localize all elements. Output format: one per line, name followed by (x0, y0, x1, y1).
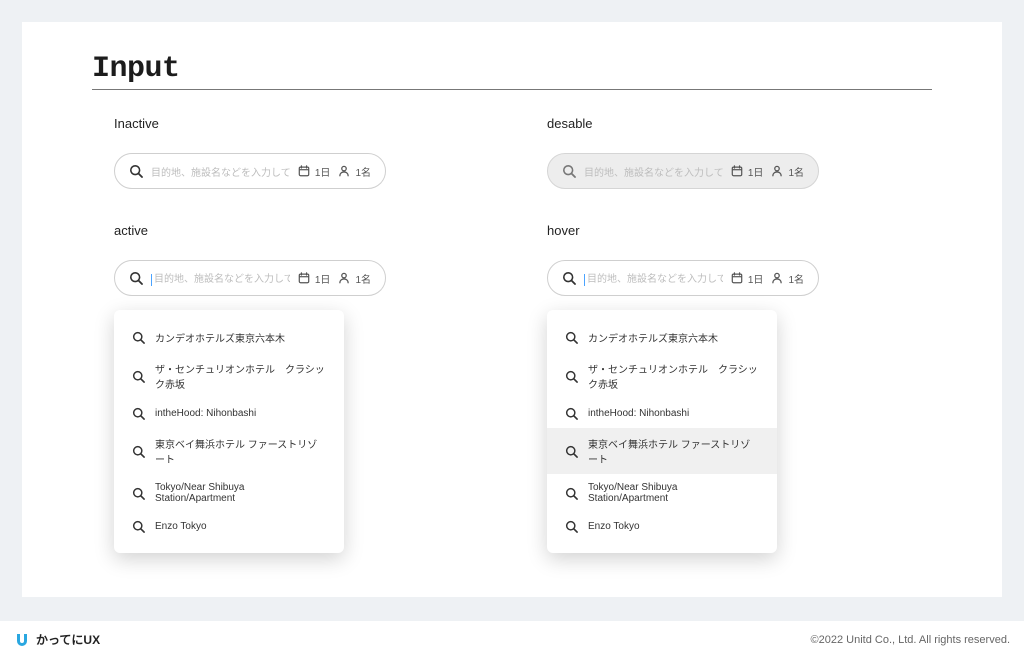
date-chip: 1日 (731, 164, 764, 179)
suggestion-item[interactable]: カンデオホテルズ東京六本木 (547, 322, 777, 353)
suggestions-dropdown: カンデオホテルズ東京六本木ザ・センチュリオンホテル クラシック赤坂 intheHo… (547, 310, 777, 553)
search-icon (562, 164, 576, 178)
state-label: hover (547, 223, 910, 238)
suggestion-text: ザ・センチュリオンホテル クラシック赤坂 (588, 361, 759, 391)
suggestion-item[interactable]: intheHood: Nihonbashi (114, 399, 344, 428)
calendar-icon (298, 165, 310, 177)
states-grid: Inactive 目的地、施設名などを入力してください 1日 1名 des (92, 116, 932, 553)
search-input-disabled: 目的地、施設名などを入力してください 1日 1名 (547, 153, 819, 189)
suggestion-text: Tokyo/Near Shibuya Station/Apartment (588, 482, 759, 504)
date-chip[interactable]: 1日 (298, 271, 331, 286)
search-input-hover[interactable]: 目的地、施設名などを入力してください 1日 1名 (547, 260, 819, 296)
calendar-icon (731, 272, 743, 284)
state-label: Inactive (114, 116, 477, 131)
state-disabled: desable 目的地、施設名などを入力してください 1日 1名 (547, 116, 910, 189)
date-value: 1日 (315, 164, 331, 179)
placeholder-text: 目的地、施設名などを入力してください (584, 164, 723, 179)
search-icon (132, 445, 145, 458)
search-icon (562, 271, 576, 285)
brand-logo-icon (14, 632, 30, 648)
date-value: 1日 (748, 271, 764, 286)
guests-value: 1名 (355, 271, 371, 286)
suggestion-text: Enzo Tokyo (155, 521, 207, 532)
guests-chip[interactable]: 1名 (771, 271, 804, 286)
state-active: active 目的地、施設名などを入力してください 1日 1名 カンデオホテルズ… (114, 223, 477, 553)
state-hover: hover 目的地、施設名などを入力してください 1日 1名 カンデオホテルズ東… (547, 223, 910, 553)
page-title: Input (92, 52, 932, 90)
guests-value: 1名 (788, 271, 804, 286)
search-icon (565, 370, 578, 383)
date-value: 1日 (748, 164, 764, 179)
calendar-icon (731, 165, 743, 177)
guests-value: 1名 (355, 164, 371, 179)
suggestion-item[interactable]: intheHood: Nihonbashi (547, 399, 777, 428)
guests-value: 1名 (788, 164, 804, 179)
search-icon (129, 271, 143, 285)
search-icon (132, 370, 145, 383)
text-cursor (151, 274, 152, 286)
suggestion-text: Tokyo/Near Shibuya Station/Apartment (155, 482, 326, 504)
placeholder-text: 目的地、施設名などを入力してください (151, 164, 290, 179)
guests-chip[interactable]: 1名 (338, 164, 371, 179)
search-icon (132, 520, 145, 533)
suggestion-item[interactable]: Enzo Tokyo (547, 512, 777, 541)
search-input-inactive[interactable]: 目的地、施設名などを入力してください 1日 1名 (114, 153, 386, 189)
search-icon (565, 407, 578, 420)
copyright: ©2022 Unitd Co., Ltd. All rights reserve… (811, 634, 1010, 646)
search-icon (565, 331, 578, 344)
state-label: active (114, 223, 477, 238)
suggestion-item[interactable]: Tokyo/Near Shibuya Station/Apartment (547, 474, 777, 512)
suggestion-text: ザ・センチュリオンホテル クラシック赤坂 (155, 361, 326, 391)
suggestion-text: カンデオホテルズ東京六本木 (155, 330, 285, 345)
placeholder-text: 目的地、施設名などを入力してください (151, 270, 290, 285)
guests-chip: 1名 (771, 164, 804, 179)
suggestion-text: カンデオホテルズ東京六本木 (588, 330, 718, 345)
person-icon (771, 165, 783, 177)
search-icon (132, 331, 145, 344)
person-icon (338, 272, 350, 284)
search-input-active[interactable]: 目的地、施設名などを入力してください 1日 1名 (114, 260, 386, 296)
state-label: desable (547, 116, 910, 131)
date-chip[interactable]: 1日 (731, 271, 764, 286)
person-icon (771, 272, 783, 284)
search-icon (565, 445, 578, 458)
spec-card: Input Inactive 目的地、施設名などを入力してください 1日 1名 (22, 22, 1002, 597)
search-icon (565, 520, 578, 533)
suggestion-item[interactable]: 東京ベイ舞浜ホテル ファーストリゾート (114, 428, 344, 474)
suggestions-dropdown: カンデオホテルズ東京六本木ザ・センチュリオンホテル クラシック赤坂 intheHo… (114, 310, 344, 553)
placeholder-text: 目的地、施設名などを入力してください (584, 270, 723, 285)
suggestion-text: 東京ベイ舞浜ホテル ファーストリゾート (155, 436, 326, 466)
search-icon (129, 164, 143, 178)
suggestion-text: intheHood: Nihonbashi (588, 408, 689, 419)
suggestion-item[interactable]: ザ・センチュリオンホテル クラシック赤坂 (114, 353, 344, 399)
guests-chip[interactable]: 1名 (338, 271, 371, 286)
date-chip[interactable]: 1日 (298, 164, 331, 179)
person-icon (338, 165, 350, 177)
search-icon (132, 487, 145, 500)
search-icon (565, 487, 578, 500)
footer: かってにUX ©2022 Unitd Co., Ltd. All rights … (0, 620, 1024, 658)
suggestion-item[interactable]: カンデオホテルズ東京六本木 (114, 322, 344, 353)
suggestion-item[interactable]: 東京ベイ舞浜ホテル ファーストリゾート (547, 428, 777, 474)
suggestion-text: Enzo Tokyo (588, 521, 640, 532)
suggestion-item[interactable]: Enzo Tokyo (114, 512, 344, 541)
suggestion-text: 東京ベイ舞浜ホテル ファーストリゾート (588, 436, 759, 466)
calendar-icon (298, 272, 310, 284)
suggestion-item[interactable]: ザ・センチュリオンホテル クラシック赤坂 (547, 353, 777, 399)
state-inactive: Inactive 目的地、施設名などを入力してください 1日 1名 (114, 116, 477, 189)
brand: かってにUX (14, 631, 100, 648)
suggestion-item[interactable]: Tokyo/Near Shibuya Station/Apartment (114, 474, 344, 512)
search-icon (132, 407, 145, 420)
date-value: 1日 (315, 271, 331, 286)
brand-name: かってにUX (36, 631, 100, 648)
text-cursor (584, 274, 585, 286)
suggestion-text: intheHood: Nihonbashi (155, 408, 256, 419)
